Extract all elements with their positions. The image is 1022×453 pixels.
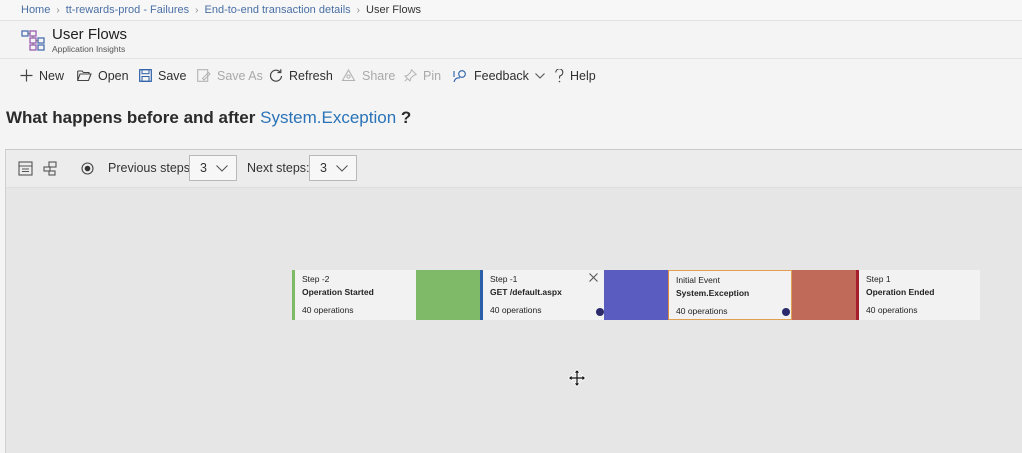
help-icon [555,68,564,82]
node-event-name: Operation Ended [866,287,935,297]
move-cursor-icon [568,369,586,387]
save-button[interactable]: Save [139,59,187,92]
heading-suffix: ? [400,108,412,127]
new-label: New [39,68,65,83]
flow-node-step-minus-2[interactable]: Step -2 Operation Started 40 operations [292,270,416,320]
breadcrumb-home[interactable]: Home [21,4,50,16]
save-as-label: Save As [217,68,263,83]
share-label: Share [362,68,396,83]
previous-steps-label: Previous steps: [108,161,194,175]
initial-event-link[interactable]: System.Exception [260,108,396,127]
user-flows-icon [21,30,45,51]
breadcrumb-transaction-details[interactable]: End-to-end transaction details [205,4,351,16]
breadcrumb-separator: › [56,5,60,16]
node-event-name: GET /default.aspx [490,287,562,297]
refresh-button[interactable]: Refresh [269,59,333,92]
previous-steps-value: 3 [200,161,207,175]
node-operation-count: 40 operations [866,305,918,315]
folder-open-icon [77,70,92,82]
close-icon[interactable] [589,273,598,282]
hierarchy-icon[interactable] [43,161,58,176]
flow-link-purple[interactable] [604,270,668,320]
feedback-button[interactable]: Feedback [453,59,545,92]
node-step-label: Step -2 [302,274,330,284]
breadcrumb-current: User Flows [366,4,422,16]
blade-header: User Flows Application Insights [0,22,1022,58]
feedback-icon [453,69,466,82]
breadcrumb-failures[interactable]: tt-rewards-prod - Failures [66,4,189,16]
command-bar: New Open Save Save As Refresh Share Pin … [0,58,1022,92]
next-steps-select[interactable]: 3 [309,155,357,181]
target-icon[interactable] [80,161,95,176]
breadcrumb-separator: › [195,5,199,16]
share-icon [341,69,356,82]
pin-icon [404,69,417,82]
breadcrumb-separator: › [356,5,361,16]
node-event-name: Operation Started [302,287,374,297]
flow-link-green[interactable] [416,270,480,320]
save-icon [139,69,152,82]
flow-link-red[interactable] [792,270,856,320]
flow-node-initial-event[interactable]: Initial Event System.Exception 40 operat… [668,270,792,320]
open-label: Open [98,68,129,83]
previous-steps-select[interactable]: 3 [189,155,237,181]
chevron-down-icon [216,165,228,172]
save-label: Save [158,68,187,83]
node-event-name: System.Exception [676,288,750,298]
node-operation-count: 40 operations [302,305,354,315]
help-button[interactable]: Help [555,59,596,92]
node-operation-count: 40 operations [676,306,728,316]
open-button[interactable]: Open [77,59,129,92]
new-button[interactable]: New [20,59,64,92]
next-steps-value: 3 [320,161,327,175]
node-step-label: Step 1 [866,274,891,284]
help-label: Help [570,68,596,83]
pin-label: Pin [423,68,442,83]
node-step-label: Initial Event [676,275,720,285]
plus-icon [20,69,33,82]
flow-node-step-minus-1[interactable]: Step -1 GET /default.aspx 40 operations [480,270,604,320]
expand-dot-icon[interactable] [596,308,604,316]
chevron-down-icon [535,72,545,79]
save-as-icon [197,69,211,82]
page-title: User Flows [52,26,128,43]
flow-question-heading: What happens before and after System.Exc… [6,108,411,128]
node-operation-count: 40 operations [490,305,542,315]
chevron-down-icon [336,165,348,172]
flow-node-step-1[interactable]: Step 1 Operation Ended 40 operations [856,270,980,320]
refresh-icon [269,68,283,82]
heading-prefix: What happens before and after [6,108,256,127]
collapse-panel-icon[interactable] [18,161,33,176]
breadcrumb: Home › tt-rewards-prod - Failures › End-to-e… [0,0,1022,21]
page-subtitle: Application Insights [52,44,126,54]
share-button[interactable]: Share [341,59,395,92]
save-as-button[interactable]: Save As [197,59,263,92]
pin-button[interactable]: Pin [404,59,441,92]
flow-canvas[interactable]: Previous steps: 3 Next steps: 3 Step -2 … [5,149,1022,453]
expand-dot-icon[interactable] [782,308,790,316]
next-steps-label: Next steps: [247,161,310,175]
refresh-label: Refresh [289,68,333,83]
node-step-label: Step -1 [490,274,518,284]
flow-controls: Previous steps: 3 Next steps: 3 [6,150,1022,188]
feedback-label: Feedback [474,68,529,83]
